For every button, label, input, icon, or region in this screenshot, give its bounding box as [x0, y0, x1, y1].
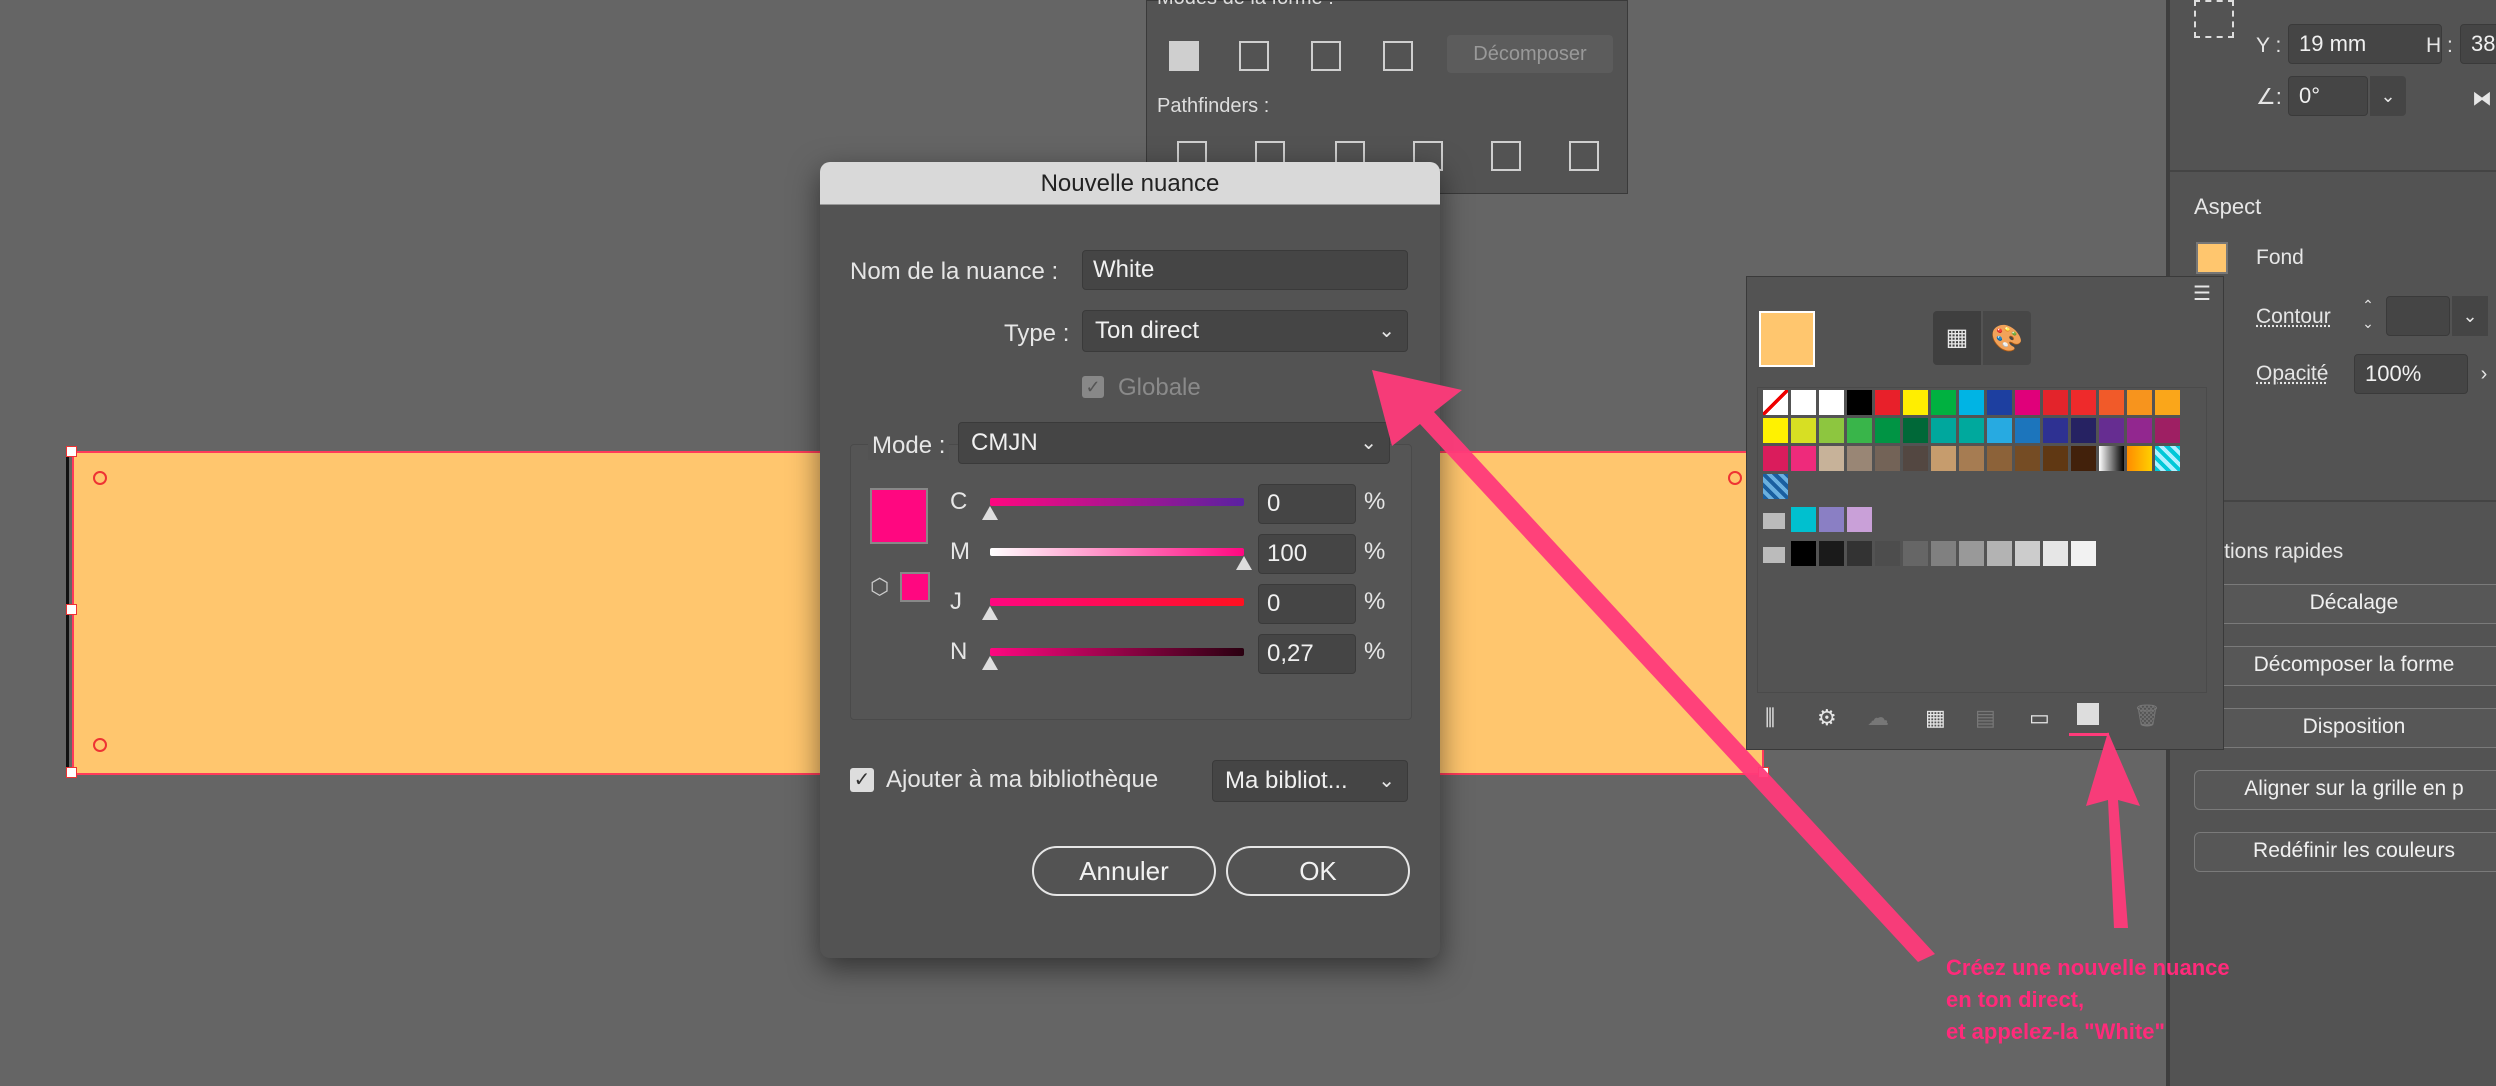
annotation-line-3: et appelez-la "White": [1946, 1019, 2165, 1044]
arrow-to-new-swatch-button: [2086, 732, 2140, 928]
annotation-arrows: [1372, 370, 2140, 962]
annotation-line-2: en ton direct,: [1946, 987, 2085, 1012]
annotation-line-1: Créez une nouvelle nuance: [1946, 955, 2230, 980]
annotation-text: Créez une nouvelle nuance en ton direct,…: [1946, 952, 2230, 1048]
arrow-to-type-dropdown: [1372, 370, 1935, 962]
